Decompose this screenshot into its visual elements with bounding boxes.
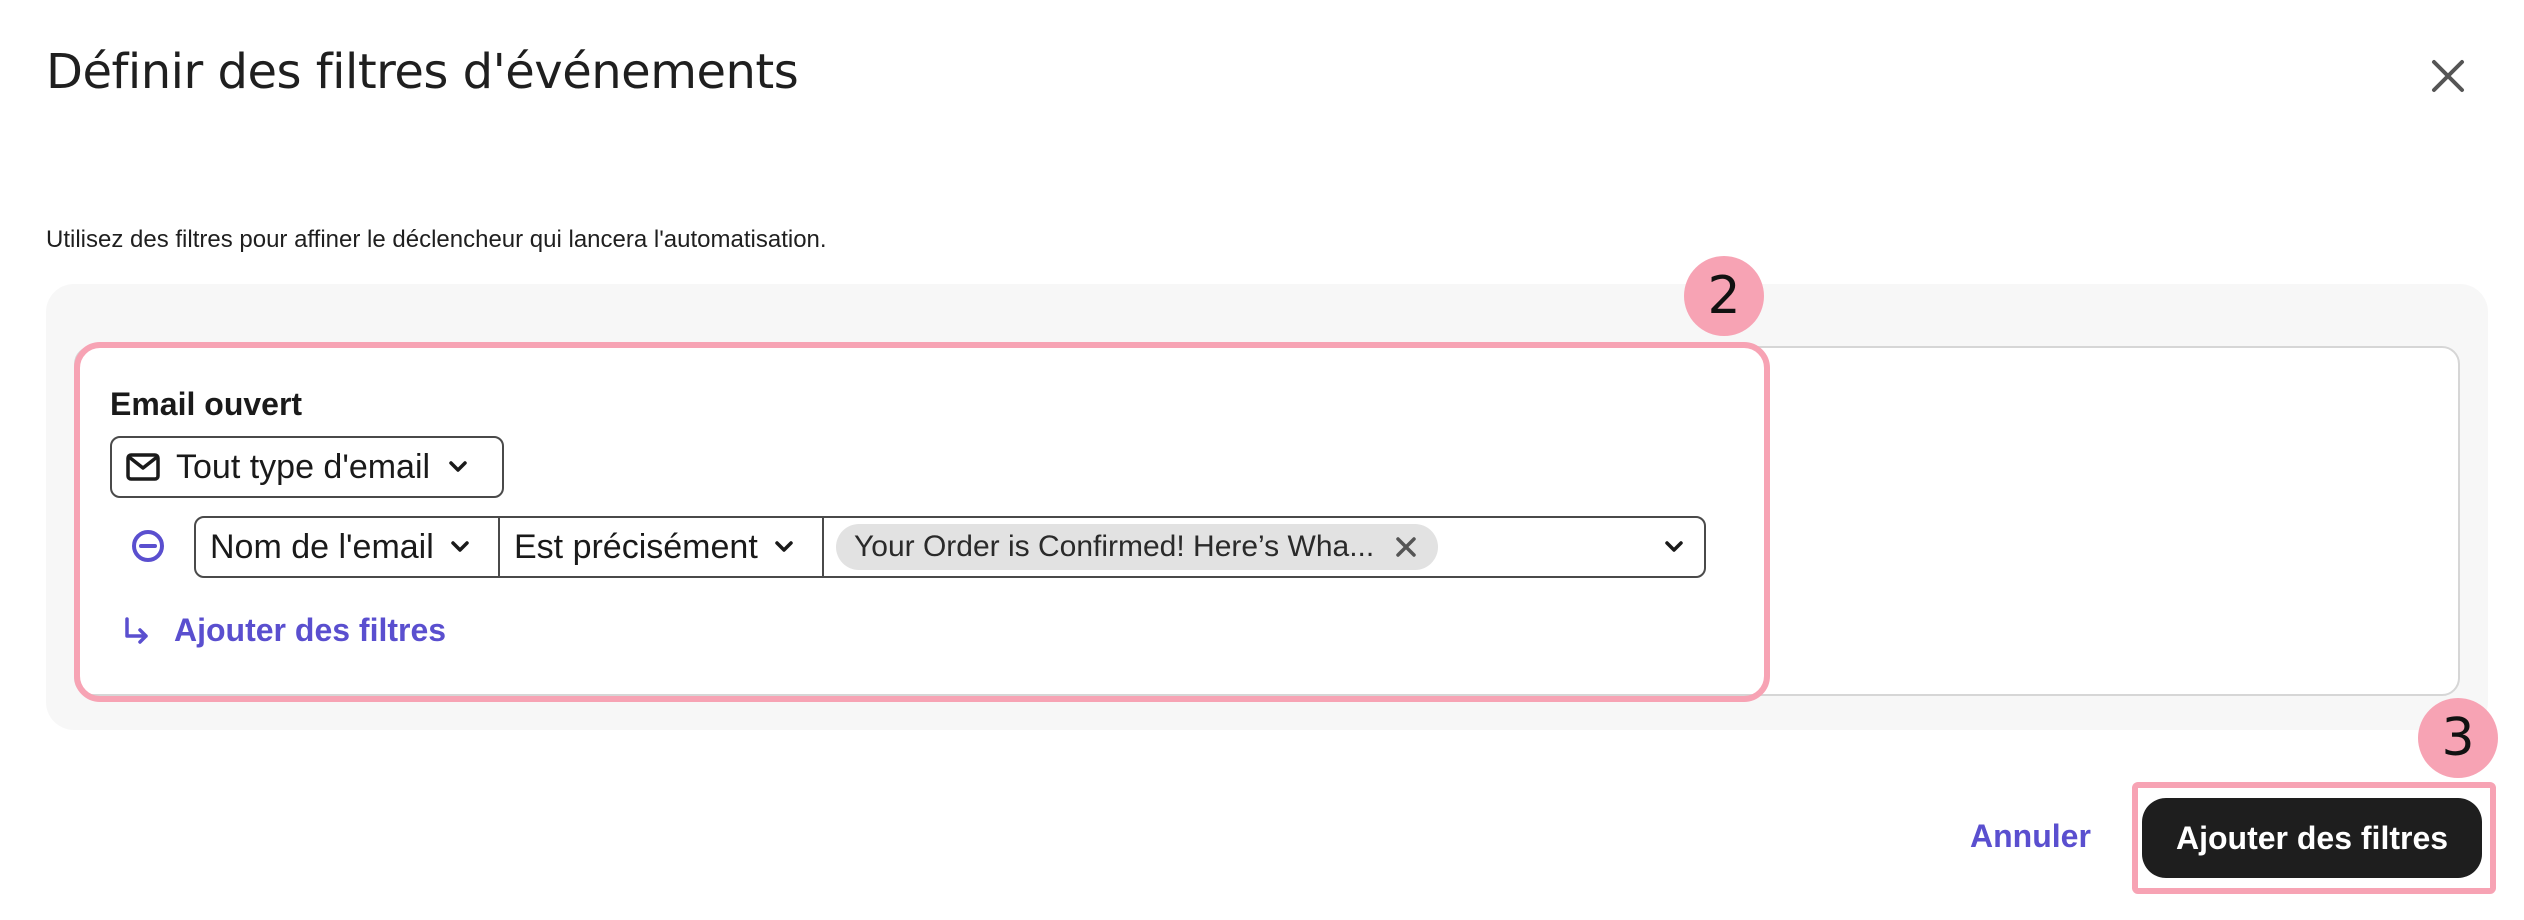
step-badge-2: 2	[1684, 256, 1764, 336]
highlight-box-filter	[74, 342, 1770, 702]
dialog-description: Utilisez des filtres pour affiner le déc…	[46, 226, 827, 253]
cancel-button[interactable]: Annuler	[1970, 818, 2091, 855]
add-filters-button[interactable]: Ajouter des filtres	[2142, 798, 2482, 878]
close-button[interactable]	[2424, 52, 2472, 100]
dialog-title: Définir des filtres d'événements	[46, 44, 799, 100]
close-icon	[2432, 60, 2464, 92]
step-badge-3: 3	[2418, 698, 2498, 778]
